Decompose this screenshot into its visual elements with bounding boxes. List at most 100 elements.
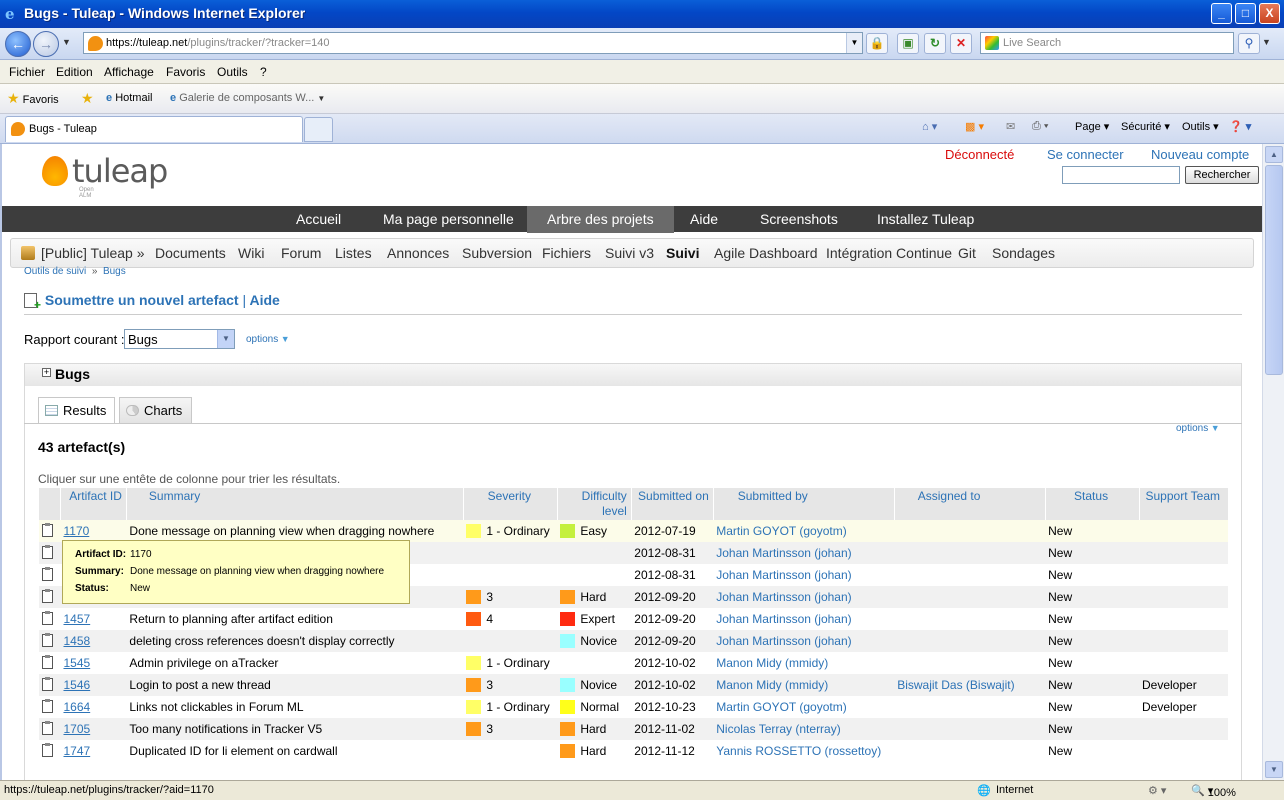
submitted-by-cell[interactable]: Johan Martinsson (johan): [713, 608, 894, 630]
column-header-submitted-on[interactable]: Submitted on: [630, 488, 714, 520]
artifact-link[interactable]: 1545: [63, 656, 90, 670]
artifact-icon[interactable]: [41, 523, 53, 537]
column-header-artifact-id[interactable]: Artifact ID: [59, 488, 127, 520]
artifact-link[interactable]: 1747: [63, 744, 90, 758]
site-search-input[interactable]: [1062, 166, 1180, 184]
maximize-button[interactable]: □: [1235, 3, 1256, 24]
column-header-summary[interactable]: Summary: [125, 488, 464, 520]
column-header-status[interactable]: Status: [1044, 488, 1139, 520]
submitted-by-cell[interactable]: Johan Martinsson (johan): [713, 564, 894, 586]
submitted-by-cell[interactable]: Martin GOYOT (goyotm): [713, 696, 894, 718]
artifact-link[interactable]: 1546: [63, 678, 90, 692]
mail-icon[interactable]: ✉: [1006, 120, 1015, 133]
nav-aide[interactable]: Aide: [690, 211, 718, 227]
search-dropdown-icon[interactable]: ▼: [1262, 37, 1271, 47]
page-menu[interactable]: Page ▾: [1075, 120, 1109, 133]
artifact-icon[interactable]: [41, 589, 53, 603]
menu-fichier[interactable]: Fichier: [9, 65, 45, 79]
compatibility-icon[interactable]: ▣: [897, 33, 919, 54]
artifact-link[interactable]: 1457: [63, 612, 90, 626]
artifact-link[interactable]: 1458: [63, 634, 90, 648]
back-button[interactable]: ←: [5, 31, 31, 57]
new-account-link[interactable]: Nouveau compte: [1151, 147, 1249, 162]
results-options-link[interactable]: options: [1176, 423, 1220, 434]
security-menu[interactable]: Sécurité ▾: [1121, 120, 1170, 133]
column-header-submitted-by[interactable]: Submitted by: [712, 488, 895, 520]
forward-button[interactable]: →: [33, 31, 59, 57]
service-sondages[interactable]: Sondages: [992, 245, 1055, 261]
artifact-icon[interactable]: [41, 655, 53, 669]
assigned-to-cell[interactable]: [894, 696, 1045, 718]
tools-menu[interactable]: Outils ▾: [1182, 120, 1219, 133]
stop-icon[interactable]: ✕: [950, 33, 972, 54]
feeds-icon[interactable]: ▩ ▾: [965, 120, 984, 133]
table-row[interactable]: 1705 Too many notifications in Tracker V5…: [38, 718, 1228, 740]
artifact-icon[interactable]: [41, 611, 53, 625]
assigned-to-cell[interactable]: [894, 586, 1046, 608]
table-row[interactable]: 1457 Return to planning after artifact ed…: [39, 608, 1229, 630]
nav-arbre-projets[interactable]: Arbre des projets: [527, 206, 674, 233]
menu-affichage[interactable]: Affichage: [104, 65, 154, 79]
submitted-by-cell[interactable]: Manon Midy (mmidy): [713, 652, 894, 674]
help-icon[interactable]: ❓ ▾: [1229, 120, 1251, 133]
assigned-to-cell[interactable]: [894, 740, 1045, 762]
url-dropdown-icon[interactable]: ▼: [846, 33, 862, 53]
history-dropdown-icon[interactable]: ▼: [62, 37, 71, 47]
favorite-galerie[interactable]: e Galerie de composants W... ▼: [170, 92, 325, 104]
add-favorite-icon[interactable]: ★: [81, 90, 94, 107]
lock-icon[interactable]: 🔒: [866, 33, 888, 54]
scroll-up-icon[interactable]: ▲: [1265, 146, 1283, 163]
artifact-link[interactable]: 1170: [63, 524, 89, 538]
artifact-icon[interactable]: [41, 677, 53, 691]
breadcrumb-current[interactable]: Bugs: [103, 266, 126, 277]
new-tab-button[interactable]: [304, 117, 333, 142]
submitted-by-cell[interactable]: Yannis ROSSETTO (rossettoy): [713, 740, 894, 762]
report-options-link[interactable]: options: [246, 334, 290, 345]
home-icon[interactable]: ⌂ ▾: [922, 120, 937, 133]
service-forum[interactable]: Forum: [281, 245, 321, 261]
scroll-thumb[interactable]: [1265, 165, 1283, 375]
help-link[interactable]: Aide: [250, 292, 280, 308]
search-icon[interactable]: ⚲: [1238, 33, 1260, 54]
close-button[interactable]: X: [1259, 3, 1280, 24]
table-row[interactable]: 1170 Done message on planning view when d…: [38, 520, 1228, 542]
nav-screenshots[interactable]: Screenshots: [760, 211, 838, 227]
table-row[interactable]: 1664 Links not clickables in Forum ML 1 - …: [39, 696, 1229, 718]
service-wiki[interactable]: Wiki: [238, 245, 264, 261]
table-row[interactable]: 1458 deleting cross references doesn't di…: [38, 630, 1228, 652]
service-documents[interactable]: Documents: [155, 245, 226, 261]
table-row[interactable]: 1546 Login to post a new thread 3 Novice 201…: [38, 674, 1228, 696]
column-header-support-team[interactable]: Support Team: [1138, 488, 1228, 520]
artifact-icon[interactable]: [41, 721, 53, 735]
assigned-to-cell[interactable]: [894, 608, 1045, 630]
assigned-to-cell[interactable]: Biswajit Das (Biswajit): [894, 674, 1046, 696]
submitted-by-cell[interactable]: Martin GOYOT (goyotm): [713, 520, 895, 542]
favorites-button[interactable]: ★ Favoris: [7, 90, 59, 107]
artifact-icon[interactable]: [41, 743, 53, 757]
table-row[interactable]: 1545 Admin privilege on aTracker 1 - Ordin…: [39, 652, 1229, 674]
minimize-button[interactable]: _: [1211, 3, 1232, 24]
assigned-to-cell[interactable]: [894, 718, 1046, 740]
artifact-icon[interactable]: [41, 633, 53, 647]
breadcrumb-root[interactable]: Outils de suivi: [24, 266, 86, 277]
browser-tab-bugs[interactable]: Bugs - Tuleap: [5, 116, 303, 142]
column-header-severity[interactable]: Severity: [462, 488, 558, 520]
nav-installez[interactable]: Installez Tuleap: [877, 211, 974, 227]
zoom-control[interactable]: 🔍 100% ▾: [1191, 784, 1236, 799]
refresh-icon[interactable]: ↻: [924, 33, 946, 54]
assigned-to-cell[interactable]: [894, 630, 1046, 652]
artifact-link[interactable]: 1664: [63, 700, 90, 714]
print-icon[interactable]: ⎙ ▾: [1032, 120, 1048, 133]
service-suivi[interactable]: Suivi: [666, 245, 699, 261]
tab-charts[interactable]: Charts: [119, 397, 192, 423]
table-row[interactable]: 1747 Duplicated ID for li element on card…: [39, 740, 1229, 762]
live-search-input[interactable]: Live Search: [980, 32, 1234, 54]
menu-help[interactable]: ?: [260, 65, 267, 79]
report-select[interactable]: Bugs ▼: [124, 329, 235, 349]
artifact-icon[interactable]: [41, 545, 53, 559]
submitted-by-cell[interactable]: Nicolas Terray (nterray): [713, 718, 895, 740]
login-link[interactable]: Se connecter: [1047, 147, 1124, 162]
nav-ma-page[interactable]: Ma page personnelle: [383, 211, 514, 227]
menu-edition[interactable]: Edition: [56, 65, 93, 79]
menu-outils[interactable]: Outils: [217, 65, 248, 79]
